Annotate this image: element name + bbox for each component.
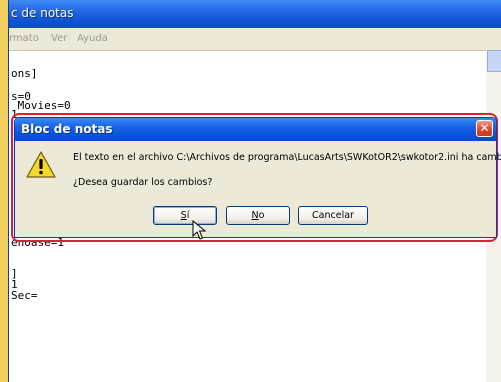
- dialog-message: El texto en el archivo C:\Archivos de pr…: [73, 152, 501, 163]
- button-label: o: [258, 210, 265, 221]
- scrollbar-thumb[interactable]: [487, 50, 501, 72]
- notepad-menubar: rmato Ver Ayuda: [9, 28, 501, 51]
- dialog-titlebar[interactable]: Bloc de notas ✕: [15, 118, 496, 141]
- dialog-title: Bloc de notas: [21, 122, 113, 136]
- notepad-title: c de notas: [11, 6, 74, 20]
- button-accelerator: N: [251, 210, 259, 221]
- menu-item-ver[interactable]: Ver: [51, 33, 67, 44]
- cancel-button[interactable]: Cancelar: [298, 206, 368, 225]
- button-label: í: [186, 210, 190, 221]
- menu-item-ayuda[interactable]: Ayuda: [77, 33, 108, 44]
- yes-button[interactable]: Sí: [153, 206, 217, 225]
- text-line: ons]: [11, 67, 38, 80]
- notepad-titlebar[interactable]: c de notas: [9, 0, 501, 28]
- menu-item-formato[interactable]: rmato: [9, 33, 39, 44]
- warning-icon: [26, 151, 56, 178]
- mouse-pointer-icon: [192, 220, 206, 240]
- text-line: Movies=0: [11, 99, 71, 112]
- close-icon: ✕: [479, 121, 490, 135]
- dialog-question: ¿Desea guardar los cambios?: [73, 177, 213, 188]
- no-button[interactable]: No: [226, 206, 290, 225]
- text-line: Sec=: [11, 289, 38, 302]
- save-changes-dialog: Bloc de notas ✕ El texto en el archivo C…: [14, 117, 501, 238]
- close-button[interactable]: ✕: [476, 120, 493, 137]
- button-label: Cancelar: [312, 210, 354, 221]
